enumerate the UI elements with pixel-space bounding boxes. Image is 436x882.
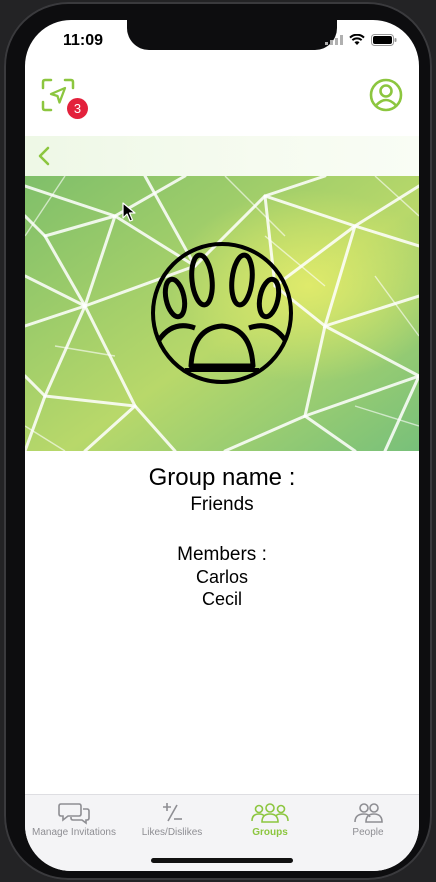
group-name: Friends: [190, 494, 254, 515]
groups-icon: [251, 803, 289, 823]
cellular-signal-icon: [325, 35, 343, 45]
device-frame: 11:09 3 Group name: Friends Members: C…: [4, 2, 432, 880]
app-screen: 11:09 3 Group name: Friends Members: C…: [25, 20, 419, 871]
tab-groups[interactable]: Groups: [221, 801, 319, 838]
navigation-bar: [25, 136, 419, 176]
tab-manage-invitations[interactable]: Manage Invitations: [25, 801, 123, 838]
members-heading: Members :: [177, 544, 267, 565]
chat-bubbles-icon: [58, 803, 90, 825]
group-name-heading: Group name :: [148, 464, 296, 491]
tab-label: People: [352, 827, 384, 838]
member-item: Carlos: [195, 567, 248, 587]
tab-likes-dislikes[interactable]: Likes/Dislikes: [123, 801, 221, 838]
mouse-cursor-icon: [122, 202, 136, 222]
status-time: 11:09: [63, 32, 104, 49]
tab-label: Groups: [252, 827, 288, 838]
user-circle-icon[interactable]: [369, 78, 403, 112]
paw-icon: [151, 242, 293, 384]
notification-badge: 3: [67, 98, 88, 119]
tab-people[interactable]: People: [319, 801, 417, 838]
group-info: Group name : Friends Members : Carlos Ce…: [25, 462, 419, 610]
status-icons: [325, 34, 397, 46]
tab-label: Likes/Dislikes: [141, 827, 203, 838]
member-item: Cecil: [201, 589, 242, 609]
home-indicator: [151, 858, 293, 863]
group-banner-image: [25, 176, 419, 451]
wifi-icon: [349, 34, 365, 45]
people-icon: [354, 803, 383, 823]
plus-minus-icon: [163, 803, 182, 822]
tab-label: Manage Invitations: [32, 827, 116, 838]
app-header: 3: [25, 66, 419, 134]
chevron-left-icon[interactable]: [33, 144, 57, 168]
battery-icon: [371, 34, 397, 46]
device-notch: [127, 20, 337, 50]
